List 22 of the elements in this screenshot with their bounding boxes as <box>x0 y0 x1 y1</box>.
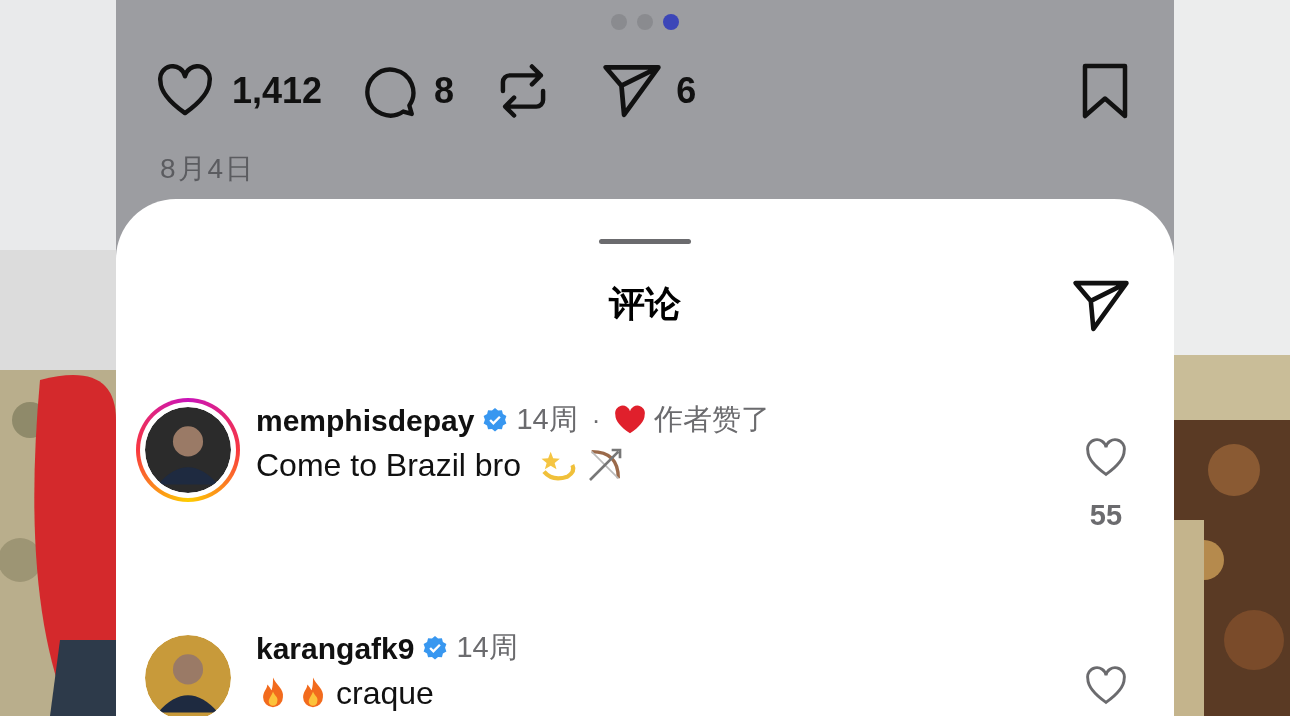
username[interactable]: karangafk9 <box>256 625 415 671</box>
comment-time: 14周 <box>516 402 578 438</box>
share-count: 6 <box>676 69 697 114</box>
avatar[interactable] <box>145 635 231 716</box>
send-icon[interactable] <box>1070 278 1132 334</box>
sheet-title: 评论 <box>609 282 681 326</box>
like-icon[interactable] <box>1083 666 1129 706</box>
author-liked-label: 作者赞了 <box>654 402 771 438</box>
like-icon[interactable] <box>1083 438 1129 478</box>
avatar[interactable] <box>145 407 231 493</box>
comment-text: Come to Brazil bro <box>256 446 521 485</box>
comment-text: craque <box>336 674 434 713</box>
separator: · <box>590 403 602 437</box>
comment-time: 14周 <box>456 630 518 666</box>
drag-handle[interactable] <box>599 239 691 244</box>
like-count: 55 <box>1089 498 1123 533</box>
comment-count: 8 <box>434 69 455 114</box>
post-date: 8月4日 <box>160 152 256 184</box>
bookmark-icon[interactable] <box>1080 63 1130 120</box>
heart-icon <box>614 405 647 435</box>
username[interactable]: memphisdepay <box>256 397 475 443</box>
like-count: 1,412 <box>232 69 323 114</box>
